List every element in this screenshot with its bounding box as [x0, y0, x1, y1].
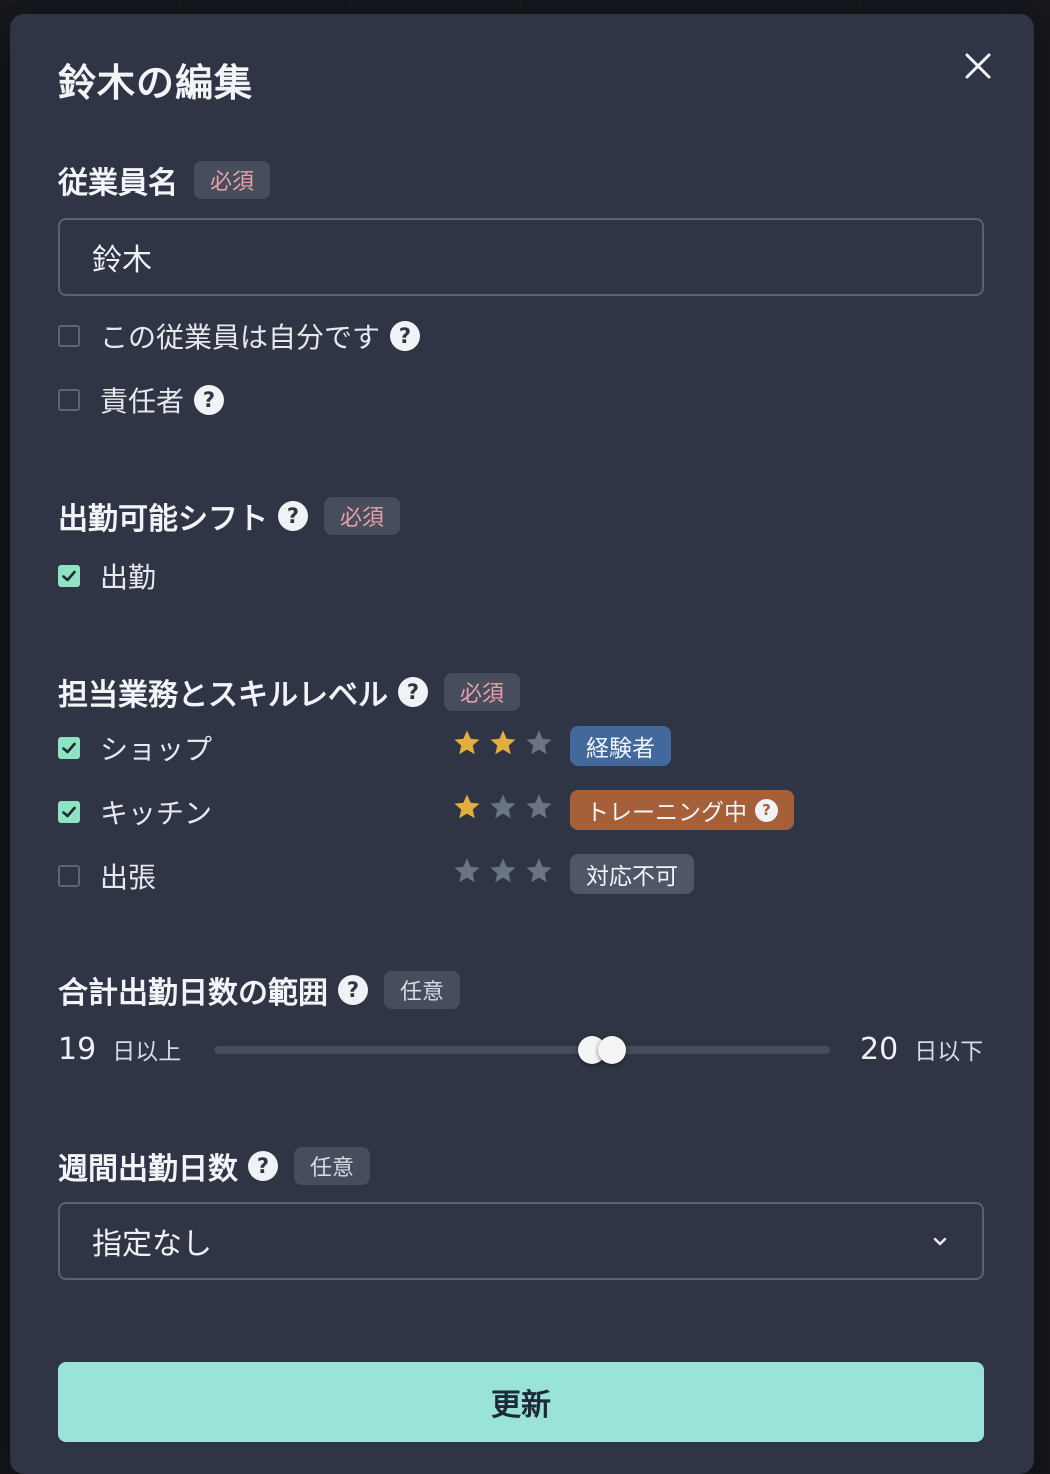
skill-rating-business-trip[interactable] [452, 856, 554, 886]
manager-checkbox[interactable] [58, 389, 80, 411]
skill-level-badge-business-trip: 対応不可 [570, 854, 694, 894]
skill-label-business-trip: 出張 [100, 861, 157, 894]
workdays-range-label: 合計出勤日数の範囲 ? 任意 [58, 968, 461, 1012]
self-checkbox[interactable] [58, 325, 80, 347]
required-badge: 必須 [444, 673, 521, 711]
chevron-down-icon [933, 1237, 947, 1246]
star-empty-icon[interactable] [524, 792, 554, 822]
range-min-readout: 19 日以上 [58, 1032, 181, 1067]
skill-label-shop: ショップ [100, 733, 213, 766]
workdays-range-label-text: 合計出勤日数の範囲 [58, 976, 328, 1011]
optional-badge: 任意 [384, 971, 461, 1009]
manager-checkbox-row[interactable]: 責任者 ? [58, 380, 225, 420]
skill-rating-shop[interactable] [452, 728, 554, 758]
weekly-days-select[interactable]: 指定なし [58, 1202, 984, 1280]
shifts-label: 出勤可能シフト ? 必須 [58, 494, 401, 538]
weekly-days-label-text: 週間出勤日数 [58, 1152, 238, 1187]
skill-checkbox-row-kitchen[interactable]: キッチン [58, 792, 212, 832]
employee-name-label-text: 従業員名 [58, 166, 178, 201]
employee-name-input[interactable] [58, 218, 984, 296]
modal-title: 鈴木の編集 [58, 61, 254, 105]
range-slider-max-thumb[interactable] [598, 1036, 626, 1064]
skill-rating-kitchen[interactable] [452, 792, 554, 822]
skills-label-text: 担当業務とスキルレベル [58, 678, 388, 713]
close-button[interactable] [956, 44, 1000, 88]
check-icon [62, 742, 76, 754]
skill-level-badge-shop: 経験者 [570, 726, 671, 766]
range-max-readout: 20 日以下 [860, 1032, 983, 1067]
update-button[interactable]: 更新 [58, 1362, 984, 1442]
skills-label: 担当業務とスキルレベル ? 必須 [58, 670, 521, 714]
help-icon[interactable]: ? [398, 677, 428, 707]
help-icon[interactable]: ? [390, 321, 421, 351]
skill-label-kitchen: キッチン [100, 797, 213, 830]
employee-name-label: 従業員名 必須 [58, 158, 271, 202]
star-empty-icon[interactable] [524, 856, 554, 886]
skill-checkbox-row-business-trip[interactable]: 出張 [58, 856, 156, 896]
skill-checkbox-kitchen[interactable] [58, 801, 80, 823]
skill-level-text: トレーニング中 [586, 800, 747, 826]
star-empty-icon[interactable] [452, 856, 482, 886]
range-min-value: 19 [58, 1032, 97, 1067]
close-icon [965, 53, 991, 79]
help-icon[interactable]: ? [194, 385, 225, 415]
range-slider-track[interactable] [214, 1046, 830, 1054]
help-icon[interactable]: ? [338, 975, 368, 1005]
edit-employee-modal: 鈴木の編集 従業員名 必須 この従業員は自分です ? 責任者 ? 出勤可能シフト… [10, 14, 1034, 1474]
star-filled-icon[interactable] [452, 792, 482, 822]
manager-checkbox-label: 責任者 [100, 385, 185, 418]
shifts-label-text: 出勤可能シフト [58, 502, 268, 537]
range-max-unit: 日以下 [914, 1039, 984, 1065]
help-icon[interactable]: ? [248, 1151, 278, 1181]
skill-checkbox-row-shop[interactable]: ショップ [58, 728, 212, 768]
skill-level-text: 対応不可 [586, 864, 678, 890]
shift-checkbox-label: 出勤 [100, 561, 157, 594]
required-badge: 必須 [324, 497, 401, 535]
weekly-days-selected-value: 指定なし [92, 1227, 212, 1262]
range-min-unit: 日以上 [112, 1039, 182, 1065]
self-checkbox-label: この従業員は自分です [100, 321, 381, 354]
star-empty-icon[interactable] [524, 728, 554, 758]
skill-level-text: 経験者 [586, 736, 655, 762]
skill-checkbox-business-trip[interactable] [58, 865, 80, 887]
star-filled-icon[interactable] [488, 728, 518, 758]
skill-level-badge-kitchen: トレーニング中 ? [570, 790, 794, 830]
required-badge: 必須 [194, 161, 271, 199]
shift-checkbox[interactable] [58, 565, 80, 587]
star-empty-icon[interactable] [488, 792, 518, 822]
help-icon[interactable]: ? [278, 501, 308, 531]
help-icon[interactable]: ? [755, 798, 778, 822]
star-filled-icon[interactable] [452, 728, 482, 758]
range-max-value: 20 [860, 1032, 899, 1067]
check-icon [62, 806, 76, 818]
optional-badge: 任意 [294, 1147, 371, 1185]
weekly-days-label: 週間出勤日数 ? 任意 [58, 1144, 371, 1188]
check-icon [62, 570, 76, 582]
self-checkbox-row[interactable]: この従業員は自分です ? [58, 316, 421, 356]
skill-checkbox-shop[interactable] [58, 737, 80, 759]
star-empty-icon[interactable] [488, 856, 518, 886]
shift-checkbox-row[interactable]: 出勤 [58, 556, 156, 596]
